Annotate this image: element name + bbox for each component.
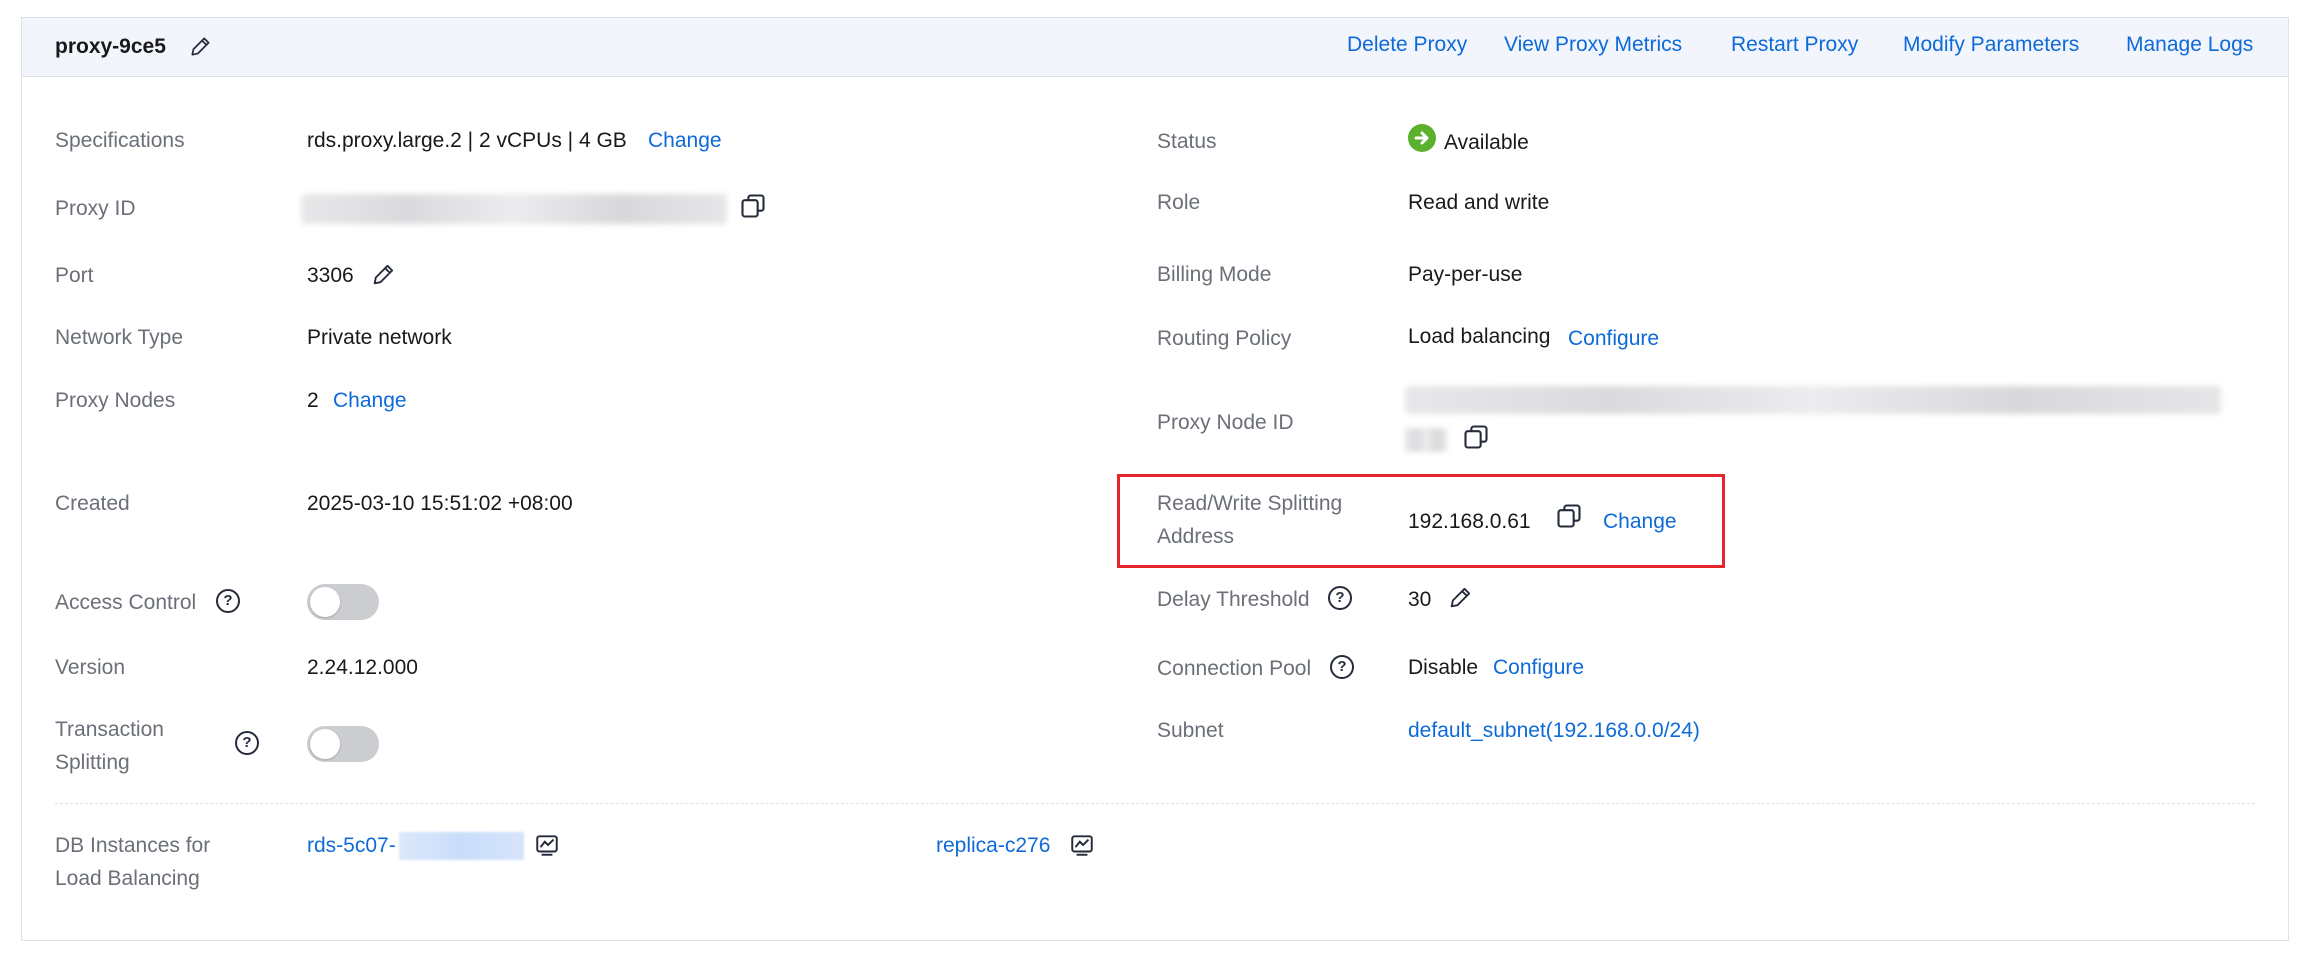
status-label: Status (1157, 130, 1217, 153)
role-value: Read and write (1408, 191, 1550, 214)
transaction-splitting-toggle[interactable] (307, 726, 379, 762)
db-instances-label-line2: Load Balancing (55, 867, 200, 890)
card-header: proxy-9ce5 Delete Proxy View Proxy Metri… (22, 18, 2288, 77)
replica-instance-metrics-icon[interactable] (1069, 832, 1095, 858)
change-proxy-nodes-link[interactable]: Change (333, 384, 407, 417)
specifications-label: Specifications (55, 129, 185, 152)
primary-instance-name-redacted (399, 832, 524, 860)
configure-routing-policy-link[interactable]: Configure (1568, 322, 1659, 355)
toggle-knob (310, 587, 340, 617)
proxy-details-card: proxy-9ce5 Delete Proxy View Proxy Metri… (21, 17, 2289, 941)
proxy-nodes-value: 2 (307, 389, 319, 412)
network-type-value: Private network (307, 326, 452, 349)
delete-proxy-button[interactable]: Delete Proxy (1347, 33, 1467, 57)
proxy-nodes-label: Proxy Nodes (55, 389, 176, 412)
transaction-splitting-label-line2: Splitting (55, 751, 130, 774)
change-specifications-link[interactable]: Change (648, 124, 722, 157)
toggle-knob (310, 729, 340, 759)
configure-connection-pool-link[interactable]: Configure (1493, 651, 1584, 684)
delay-threshold-help-icon[interactable]: ? (1328, 586, 1352, 610)
status-value: Available (1444, 131, 1529, 154)
edit-name-icon[interactable] (188, 33, 214, 59)
version-value: 2.24.12.000 (307, 656, 418, 679)
rw-address-label-line2: Address (1157, 525, 1235, 548)
edit-delay-threshold-icon[interactable] (1447, 583, 1475, 611)
network-type-label: Network Type (55, 326, 183, 349)
change-rw-address-link[interactable]: Change (1603, 505, 1677, 538)
version-label: Version (55, 656, 126, 679)
port-label: Port (55, 264, 94, 287)
view-proxy-metrics-button[interactable]: View Proxy Metrics (1504, 33, 1682, 57)
role-label: Role (1157, 191, 1201, 214)
db-instances-label-line1: DB Instances for (55, 834, 211, 857)
primary-instance-link[interactable]: rds-5c07- (307, 829, 396, 862)
rw-address-value: 192.168.0.61 (1408, 510, 1531, 533)
billing-mode-value: Pay-per-use (1408, 263, 1523, 286)
transaction-splitting-help-icon[interactable]: ? (235, 731, 259, 755)
proxy-node-id-value-redacted-2 (1405, 428, 1447, 452)
copy-proxy-node-id-icon[interactable] (1462, 423, 1490, 451)
replica-instance-link[interactable]: replica-c276 (936, 829, 1050, 862)
access-control-help-icon[interactable]: ? (216, 589, 240, 613)
routing-policy-label: Routing Policy (1157, 327, 1292, 350)
connection-pool-label: Connection Pool (1157, 657, 1312, 680)
status-available-icon (1408, 124, 1436, 152)
primary-instance-metrics-icon[interactable] (534, 832, 560, 858)
created-label: Created (55, 492, 130, 515)
copy-proxy-id-icon[interactable] (739, 192, 767, 220)
subnet-link[interactable]: default_subnet(192.168.0.0/24) (1408, 714, 1700, 747)
access-control-label: Access Control (55, 591, 197, 614)
connection-pool-help-icon[interactable]: ? (1330, 655, 1354, 679)
manage-logs-button[interactable]: Manage Logs (2126, 33, 2253, 57)
arrow-right-icon (1414, 131, 1429, 145)
delay-threshold-value: 30 (1408, 588, 1432, 611)
delay-threshold-label: Delay Threshold (1157, 588, 1310, 611)
proxy-node-id-value-redacted (1405, 386, 2221, 414)
routing-policy-value: Load balancing (1408, 325, 1551, 348)
proxy-id-label: Proxy ID (55, 197, 136, 220)
port-value: 3306 (307, 264, 354, 287)
transaction-splitting-label-line1: Transaction (55, 718, 164, 741)
subnet-label: Subnet (1157, 719, 1224, 742)
created-value: 2025-03-10 15:51:02 +08:00 (307, 492, 573, 515)
section-divider (55, 803, 2255, 804)
access-control-toggle[interactable] (307, 584, 379, 620)
copy-rw-address-icon[interactable] (1555, 502, 1583, 530)
billing-mode-label: Billing Mode (1157, 263, 1272, 286)
connection-pool-value: Disable (1408, 656, 1479, 679)
proxy-node-id-label: Proxy Node ID (1157, 411, 1294, 434)
restart-proxy-button[interactable]: Restart Proxy (1731, 33, 1858, 57)
rw-address-label-line1: Read/Write Splitting (1157, 492, 1343, 515)
edit-port-icon[interactable] (370, 260, 398, 288)
specifications-value: rds.proxy.large.2 | 2 vCPUs | 4 GB (307, 129, 627, 152)
proxy-id-value-redacted (301, 194, 727, 224)
modify-parameters-button[interactable]: Modify Parameters (1903, 33, 2079, 57)
proxy-name: proxy-9ce5 (55, 35, 166, 58)
